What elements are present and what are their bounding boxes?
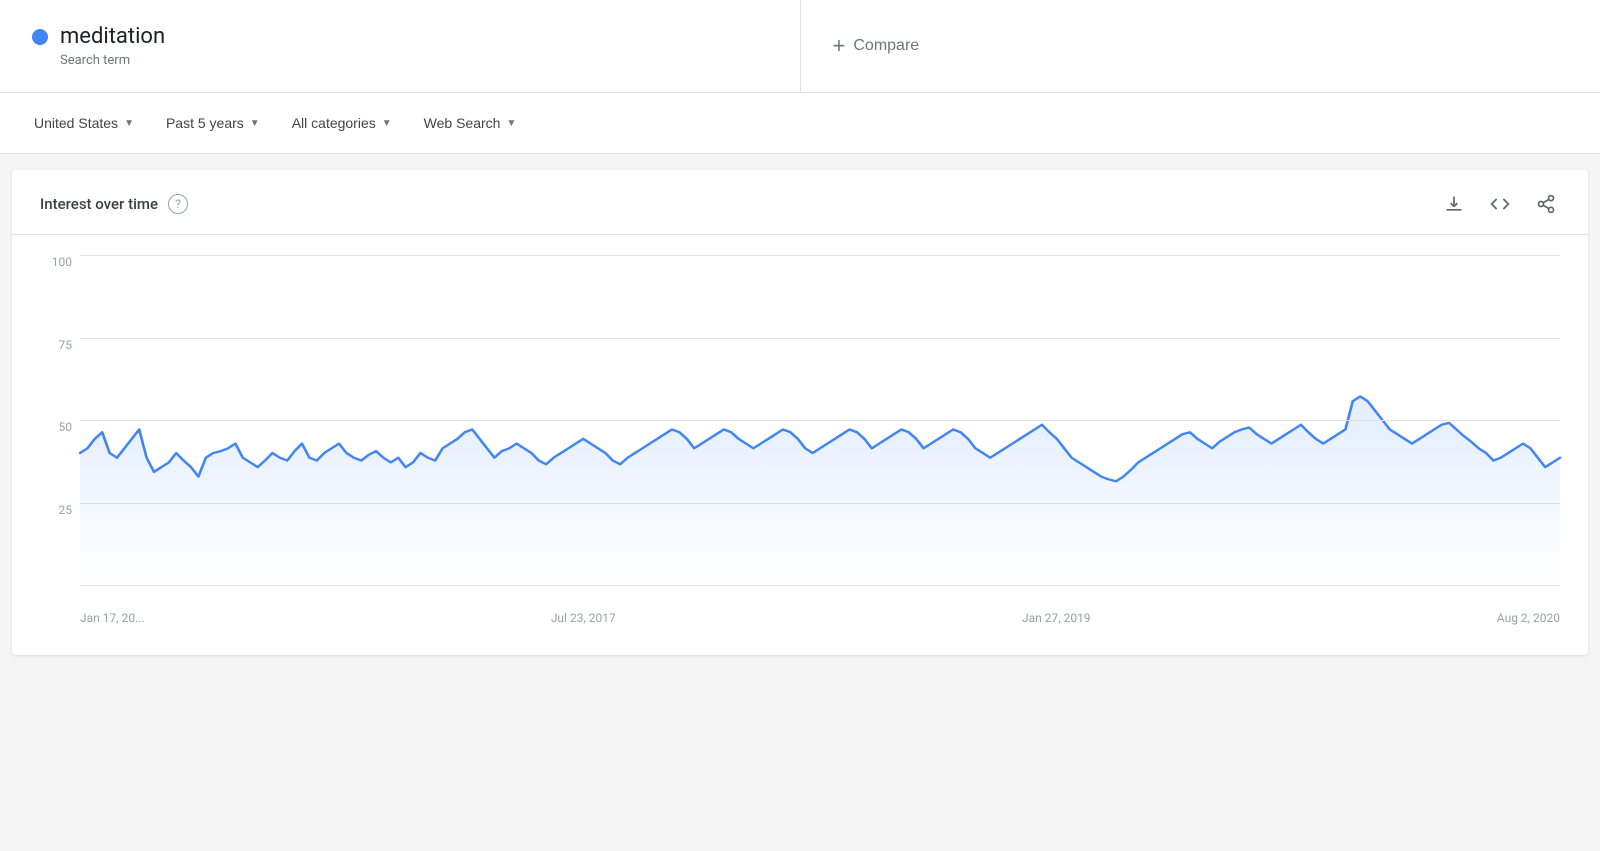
- search-type-label: Web Search: [424, 115, 501, 131]
- help-icon[interactable]: ?: [168, 194, 188, 214]
- chart-actions: [1440, 190, 1560, 218]
- x-label-aug-2020: Aug 2, 2020: [1497, 611, 1560, 625]
- chart-header: Interest over time ?: [12, 170, 1588, 235]
- x-label-jan-2016: Jan 17, 20...: [80, 611, 145, 625]
- search-term-header: meditation: [32, 24, 768, 49]
- embed-button[interactable]: [1486, 190, 1514, 218]
- grid-line-0: [80, 585, 1560, 586]
- y-label-100: 100: [52, 255, 72, 269]
- categories-filter[interactable]: All categories ▼: [278, 107, 406, 139]
- compare-box: + Compare: [801, 0, 1600, 92]
- search-term-box: meditation Search term: [0, 0, 801, 92]
- chart-plot-area: [80, 255, 1560, 585]
- chart-container: 100 75 50 25: [12, 235, 1588, 655]
- search-term-name: meditation: [60, 24, 165, 49]
- filters-bar: United States ▼ Past 5 years ▼ All categ…: [0, 93, 1600, 154]
- x-label-jul-2017: Jul 23, 2017: [551, 611, 616, 625]
- search-type-chevron-icon: ▼: [506, 118, 516, 129]
- location-filter[interactable]: United States ▼: [20, 107, 148, 139]
- y-axis-labels: 100 75 50 25: [40, 255, 80, 585]
- grid-line-25: [80, 503, 1560, 504]
- plus-icon: +: [833, 33, 846, 59]
- chart-title-group: Interest over time ?: [40, 194, 188, 214]
- chart-title: Interest over time: [40, 195, 158, 213]
- time-range-label: Past 5 years: [166, 115, 244, 131]
- search-term-dot: [32, 29, 48, 45]
- download-button[interactable]: [1440, 190, 1468, 218]
- x-axis-labels: Jan 17, 20... Jul 23, 2017 Jan 27, 2019 …: [80, 603, 1560, 625]
- top-section: meditation Search term + Compare: [0, 0, 1600, 93]
- search-term-label: Search term: [60, 53, 768, 68]
- compare-button[interactable]: + Compare: [833, 33, 920, 59]
- time-range-chevron-icon: ▼: [250, 118, 260, 129]
- categories-label: All categories: [292, 115, 376, 131]
- chart-inner: 100 75 50 25: [40, 255, 1560, 625]
- grid-line-75: [80, 338, 1560, 339]
- y-label-25: 25: [59, 503, 73, 517]
- grid-line-100: [80, 255, 1560, 256]
- main-content: Interest over time ?: [12, 170, 1588, 655]
- time-range-filter[interactable]: Past 5 years ▼: [152, 107, 274, 139]
- compare-label: Compare: [853, 37, 919, 55]
- x-label-jan-2019: Jan 27, 2019: [1022, 611, 1091, 625]
- y-label-75: 75: [59, 338, 73, 352]
- search-type-filter[interactable]: Web Search ▼: [410, 107, 531, 139]
- y-label-50: 50: [59, 420, 73, 434]
- location-chevron-icon: ▼: [124, 118, 134, 129]
- grid-line-50: [80, 420, 1560, 421]
- share-button[interactable]: [1532, 190, 1560, 218]
- location-label: United States: [34, 115, 118, 131]
- categories-chevron-icon: ▼: [382, 118, 392, 129]
